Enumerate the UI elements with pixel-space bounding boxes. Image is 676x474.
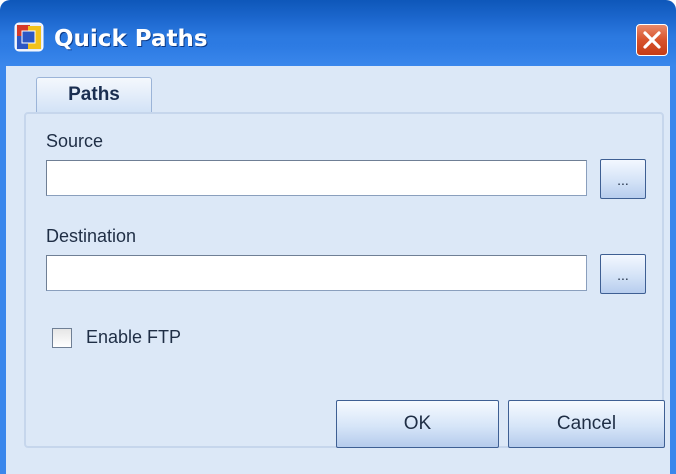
- window-title: Quick Paths: [54, 26, 208, 52]
- cancel-button[interactable]: Cancel: [508, 400, 665, 448]
- paths-panel: Source ... Destination ... Enable FTP: [24, 112, 664, 448]
- dialog-client-area: Paths Source ... Destination ... Enable …: [6, 66, 670, 474]
- tab-paths[interactable]: Paths: [36, 77, 152, 113]
- source-label: Source: [46, 131, 104, 151]
- source-browse-button[interactable]: ...: [600, 159, 646, 199]
- app-icon: [14, 22, 44, 52]
- close-button[interactable]: [636, 24, 668, 56]
- destination-field[interactable]: [46, 255, 587, 291]
- source-field[interactable]: [46, 160, 587, 196]
- enable-ftp-checkbox[interactable]: [52, 328, 72, 348]
- destination-label: Destination: [46, 226, 137, 246]
- ok-button[interactable]: OK: [336, 400, 499, 448]
- close-icon: [643, 31, 661, 49]
- destination-browse-button[interactable]: ...: [600, 254, 646, 294]
- title-bar[interactable]: Quick Paths: [0, 0, 676, 66]
- window-frame: Paths Source ... Destination ... Enable …: [0, 66, 676, 474]
- quick-paths-dialog: Quick Paths Paths Source ... Destination…: [0, 0, 676, 474]
- enable-ftp-label: Enable FTP: [86, 327, 182, 347]
